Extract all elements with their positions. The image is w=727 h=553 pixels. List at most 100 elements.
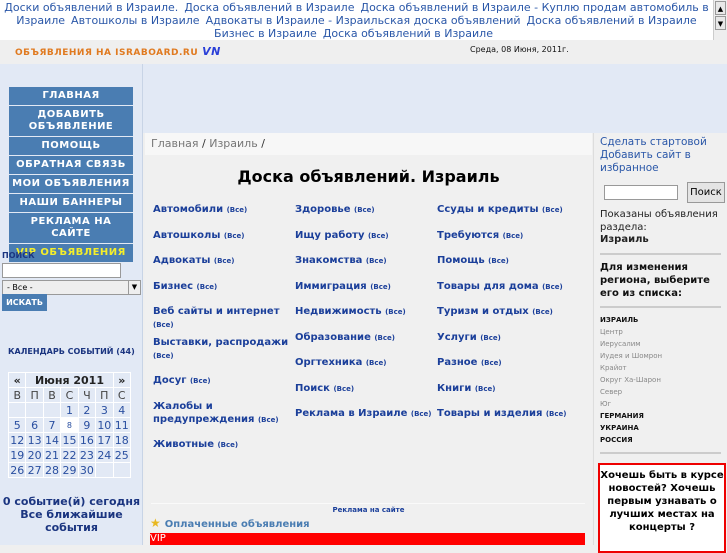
category-name[interactable]: Образование bbox=[295, 332, 371, 343]
category-name[interactable]: Жалобы и предупреждения bbox=[153, 401, 254, 425]
category-name[interactable]: Недвижимость bbox=[295, 306, 382, 317]
region-item[interactable]: Центр bbox=[600, 326, 721, 338]
category-link[interactable]: Образование (Все) bbox=[295, 331, 433, 357]
all-link[interactable]: (Все) bbox=[366, 359, 387, 367]
category-name[interactable]: Товары и изделия bbox=[437, 408, 542, 419]
category-link[interactable]: Реклама в Израиле (Все) bbox=[295, 407, 433, 433]
calendar-day[interactable]: 3 bbox=[95, 402, 114, 418]
category-link[interactable]: Поиск (Все) bbox=[295, 382, 433, 408]
menu-item[interactable]: ОБРАТНАЯ СВЯЗЬ bbox=[9, 156, 133, 174]
category-link[interactable]: Животные (Все) bbox=[153, 438, 291, 464]
site-search-input[interactable] bbox=[604, 185, 678, 200]
calendar-prev-button[interactable]: « bbox=[7, 372, 27, 388]
calendar-day[interactable]: 18 bbox=[112, 432, 132, 448]
all-link[interactable]: (Все) bbox=[366, 257, 387, 265]
category-name[interactable]: Выставки, распродажи bbox=[153, 337, 288, 348]
region-item[interactable]: Иудея и Шомрон bbox=[600, 350, 721, 362]
category-name[interactable]: Услуги bbox=[437, 332, 477, 343]
category-name[interactable]: Реклама в Израиле bbox=[295, 408, 407, 419]
calendar-day[interactable]: 17 bbox=[95, 432, 114, 448]
breadcrumb-home[interactable]: Главная bbox=[151, 137, 199, 150]
calendar-day[interactable]: 7 bbox=[42, 417, 62, 433]
calendar-day[interactable]: 23 bbox=[77, 447, 97, 463]
calendar-day[interactable]: 13 bbox=[25, 432, 44, 448]
all-link[interactable]: (Все) bbox=[475, 385, 496, 393]
all-link[interactable]: (Все) bbox=[354, 206, 375, 214]
category-link[interactable]: Книги (Все) bbox=[437, 382, 575, 408]
category-link[interactable]: Товары и изделия (Все) bbox=[437, 407, 575, 433]
category-link[interactable]: Автошколы (Все) bbox=[153, 229, 291, 255]
scroll-up-icon[interactable]: ▲ bbox=[715, 1, 726, 15]
calendar-day[interactable]: 24 bbox=[95, 447, 114, 463]
calendar-day[interactable]: 9 bbox=[77, 417, 97, 433]
category-link[interactable]: Ищу работу (Все) bbox=[295, 229, 433, 255]
menu-item[interactable]: ДОБАВИТЬ ОБЪЯВЛЕНИЕ bbox=[9, 106, 133, 136]
category-link[interactable]: Бизнес (Все) bbox=[153, 280, 291, 306]
calendar-day[interactable]: 20 bbox=[25, 447, 44, 463]
category-link[interactable]: Жалобы и предупреждения (Все) bbox=[153, 400, 291, 426]
category-name[interactable]: Требуются bbox=[437, 230, 499, 241]
calendar-day[interactable]: 29 bbox=[60, 462, 79, 478]
calendar-day[interactable]: 27 bbox=[25, 462, 44, 478]
ticker-scrollbar[interactable]: ▲ ▼ bbox=[713, 0, 727, 40]
all-link[interactable]: (Все) bbox=[411, 410, 432, 418]
all-link[interactable]: (Все) bbox=[227, 206, 248, 214]
category-name[interactable]: Адвокаты bbox=[153, 255, 210, 266]
all-link[interactable]: (Все) bbox=[224, 232, 245, 240]
category-link[interactable]: Товары для дома (Все) bbox=[437, 280, 575, 306]
region-item[interactable]: РОССИЯ bbox=[600, 434, 721, 446]
search-input[interactable] bbox=[2, 263, 121, 278]
calendar-day[interactable]: 10 bbox=[95, 417, 114, 433]
ticker-link[interactable]: Доска объявлений в Израиле bbox=[323, 27, 493, 40]
category-name[interactable]: Помощь bbox=[437, 255, 485, 266]
all-link[interactable]: (Все) bbox=[214, 257, 235, 265]
menu-item[interactable]: РЕКЛАМА НА САЙТЕ bbox=[9, 213, 133, 243]
menu-item[interactable]: ГЛАВНАЯ bbox=[9, 87, 133, 105]
calendar-day[interactable]: 8 bbox=[60, 417, 79, 433]
category-link[interactable]: Услуги (Все) bbox=[437, 331, 575, 357]
calendar-day[interactable]: 22 bbox=[60, 447, 79, 463]
category-link[interactable]: Адвокаты (Все) bbox=[153, 254, 291, 280]
calendar-day[interactable]: 14 bbox=[42, 432, 62, 448]
all-link[interactable]: (Все) bbox=[542, 283, 563, 291]
menu-item[interactable]: ПОМОЩЬ bbox=[9, 137, 133, 155]
region-item[interactable]: Юг bbox=[600, 398, 721, 410]
make-homepage-link[interactable]: Сделать стартовой bbox=[600, 136, 721, 149]
category-link[interactable]: Туризм и отдых (Все) bbox=[437, 305, 575, 331]
calendar-day[interactable]: 1 bbox=[60, 402, 79, 418]
ticker-link[interactable]: Доски объявлений в Израиле. bbox=[4, 1, 178, 14]
category-name[interactable]: Ищу работу bbox=[295, 230, 365, 241]
category-name[interactable]: Здоровье bbox=[295, 204, 351, 215]
region-item[interactable]: УКРАИНА bbox=[600, 422, 721, 434]
category-name[interactable]: Веб сайты и интернет bbox=[153, 306, 280, 317]
search-category-select[interactable]: - Все - ▼ bbox=[2, 280, 141, 295]
category-name[interactable]: Автомобили bbox=[153, 204, 223, 215]
region-item[interactable]: Крайот bbox=[600, 362, 721, 374]
region-item[interactable]: Округ Ха-Шарон bbox=[600, 374, 721, 386]
all-link[interactable]: (Все) bbox=[532, 308, 553, 316]
ticker-link[interactable]: Автошколы в Израиле bbox=[71, 14, 200, 27]
category-name[interactable]: Книги bbox=[437, 383, 471, 394]
region-item[interactable]: ИЗРАИЛЬ bbox=[600, 314, 721, 326]
site-logo[interactable]: ОБЪЯВЛЕНИЯ НА ISRABOARD.RU VN bbox=[15, 45, 221, 58]
calendar-day[interactable]: 11 bbox=[112, 417, 132, 433]
category-name[interactable]: Ссуды и кредиты bbox=[437, 204, 539, 215]
calendar-label[interactable]: КАЛЕНДАРЬ СОБЫТИЙ (44) bbox=[8, 347, 135, 356]
all-link[interactable]: (Все) bbox=[153, 321, 174, 329]
calendar-day[interactable]: 15 bbox=[60, 432, 79, 448]
region-item[interactable]: Север bbox=[600, 386, 721, 398]
breadcrumb-israel[interactable]: Израиль bbox=[209, 137, 257, 150]
scroll-down-icon[interactable]: ▼ bbox=[715, 16, 726, 30]
category-link[interactable]: Требуются (Все) bbox=[437, 229, 575, 255]
search-button[interactable]: ИСКАТЬ bbox=[2, 294, 47, 311]
category-link[interactable]: Разное (Все) bbox=[437, 356, 575, 382]
calendar-day[interactable]: 6 bbox=[25, 417, 44, 433]
calendar-day[interactable]: 25 bbox=[112, 447, 132, 463]
calendar-next-button[interactable]: » bbox=[112, 372, 132, 388]
category-link[interactable]: Выставки, распродажи (Все) bbox=[153, 336, 291, 362]
category-link[interactable]: Знакомства (Все) bbox=[295, 254, 433, 280]
calendar-day[interactable]: 30 bbox=[77, 462, 97, 478]
all-link[interactable]: (Все) bbox=[488, 257, 509, 265]
category-name[interactable]: Оргтехника bbox=[295, 357, 362, 368]
category-name[interactable]: Поиск bbox=[295, 383, 330, 394]
